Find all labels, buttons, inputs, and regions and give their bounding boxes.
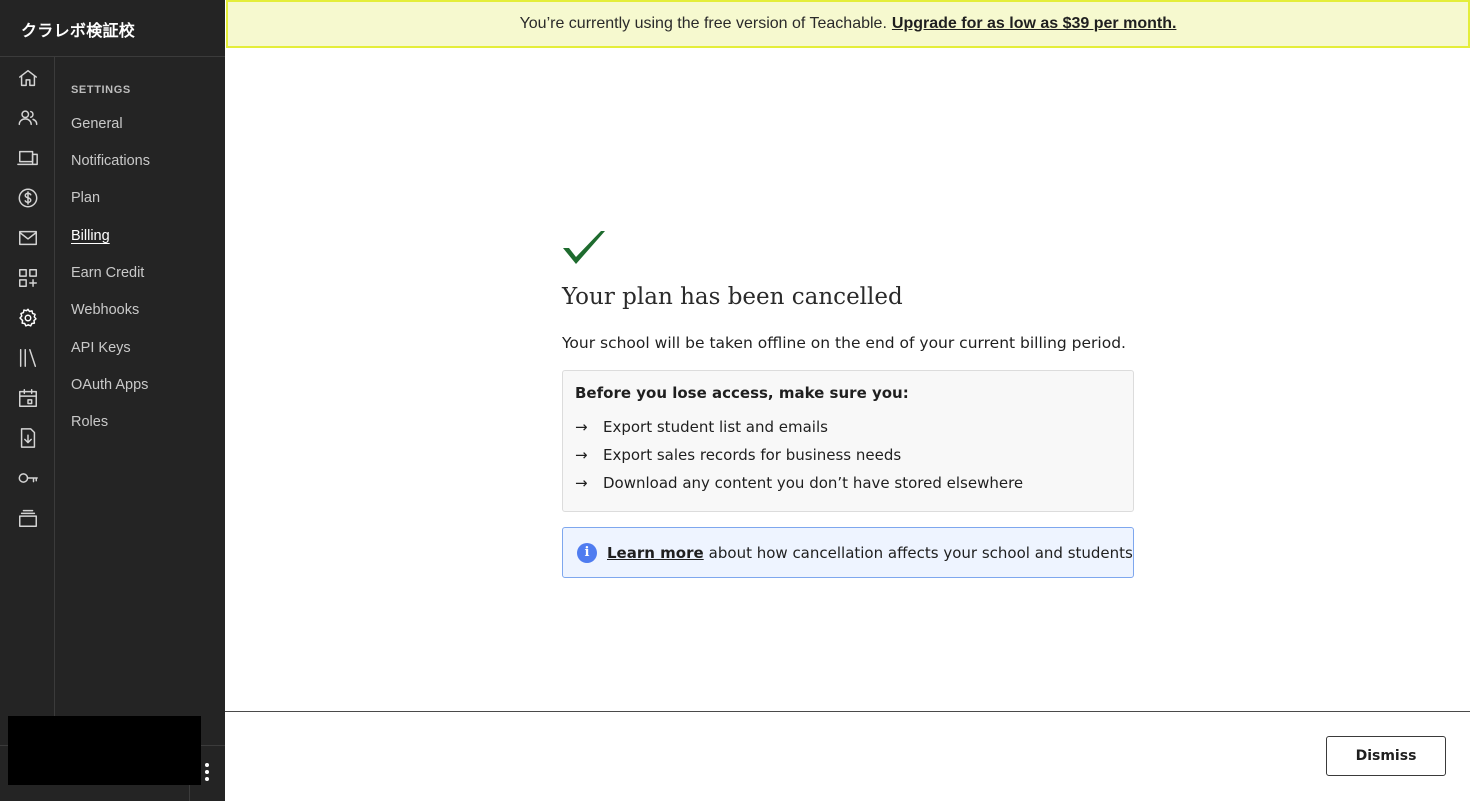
divider bbox=[54, 57, 55, 744]
school-name[interactable]: クラレボ検証校 bbox=[21, 17, 135, 41]
list-item-text: Export student list and emails bbox=[603, 418, 828, 436]
sidebar-item-webhooks[interactable]: Webhooks bbox=[71, 302, 139, 318]
stack-icon[interactable] bbox=[15, 505, 41, 531]
upgrade-link[interactable]: Upgrade for as low as $39 per month. bbox=[892, 15, 1177, 33]
list-item: → Export sales records for business need… bbox=[575, 446, 901, 464]
key-icon[interactable] bbox=[15, 465, 41, 491]
download-file-icon[interactable] bbox=[15, 425, 41, 451]
info-box: i Learn more about how cancellation affe… bbox=[562, 527, 1134, 578]
divider bbox=[0, 56, 225, 57]
user-profile-block[interactable] bbox=[8, 716, 201, 785]
dismiss-button[interactable]: Dismiss bbox=[1326, 736, 1446, 776]
library-icon[interactable] bbox=[15, 345, 41, 371]
subtitle: Your school will be taken offline on the… bbox=[562, 334, 1126, 352]
sidebar-item-general[interactable]: General bbox=[71, 116, 123, 132]
arrow-right-icon: → bbox=[575, 418, 588, 436]
sidebar: クラレボ検証校 SETTINGS General Notifications P… bbox=[0, 0, 225, 801]
footer-divider bbox=[225, 711, 1470, 712]
settings-heading: SETTINGS bbox=[71, 84, 131, 96]
sidebar-item-oauth-apps[interactable]: OAuth Apps bbox=[71, 377, 148, 393]
sidebar-item-earn-credit[interactable]: Earn Credit bbox=[71, 265, 144, 281]
info-icon: i bbox=[577, 542, 597, 563]
checkmark-icon bbox=[561, 228, 607, 268]
info-text: about how cancellation affects your scho… bbox=[708, 543, 1133, 562]
sidebar-item-plan[interactable]: Plan bbox=[71, 190, 100, 206]
list-item-text: Download any content you don’t have stor… bbox=[603, 474, 1024, 492]
arrow-right-icon: → bbox=[575, 446, 588, 464]
checklist-heading: Before you lose access, make sure you: bbox=[575, 384, 909, 402]
more-options-icon[interactable] bbox=[200, 763, 214, 781]
banner-text: You’re currently using the free version … bbox=[519, 15, 887, 32]
dollar-icon[interactable] bbox=[15, 185, 41, 211]
list-item-text: Export sales records for business needs bbox=[603, 446, 902, 464]
sidebar-item-roles[interactable]: Roles bbox=[71, 414, 108, 430]
sidebar-item-notifications[interactable]: Notifications bbox=[71, 153, 150, 169]
upgrade-banner: You’re currently using the free version … bbox=[226, 0, 1470, 48]
sidebar-item-api-keys[interactable]: API Keys bbox=[71, 340, 131, 356]
calendar-icon[interactable] bbox=[15, 385, 41, 411]
arrow-right-icon: → bbox=[575, 474, 588, 492]
list-item: → Export student list and emails bbox=[575, 418, 828, 436]
home-icon[interactable] bbox=[15, 65, 41, 91]
sidebar-item-billing[interactable]: Billing bbox=[71, 228, 110, 244]
devices-icon[interactable] bbox=[15, 145, 41, 171]
users-icon[interactable] bbox=[15, 105, 41, 131]
page-title: Your plan has been cancelled bbox=[562, 284, 903, 310]
checklist-box: Before you lose access, make sure you: →… bbox=[562, 370, 1134, 512]
gear-icon[interactable] bbox=[15, 305, 41, 331]
apps-add-icon[interactable] bbox=[15, 265, 41, 291]
mail-icon[interactable] bbox=[15, 225, 41, 251]
learn-more-link[interactable]: Learn more bbox=[607, 544, 704, 562]
list-item: → Download any content you don’t have st… bbox=[575, 474, 1023, 492]
